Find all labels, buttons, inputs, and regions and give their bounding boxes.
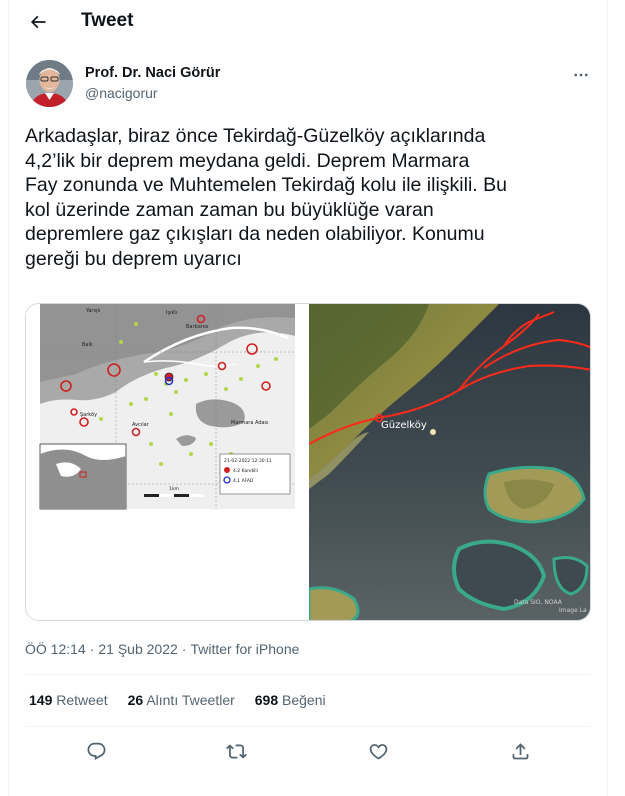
- author-handle[interactable]: @nacigorur: [85, 85, 158, 101]
- tweet-media[interactable]: 21-02-2022 12:30:11 4.2 Kandilli 4.1 AFA…: [25, 303, 591, 621]
- map-place-label: Balk: [82, 342, 93, 348]
- map-place-label: Şarköy: [80, 412, 97, 418]
- map-place-label: Yarışlı: [85, 308, 100, 314]
- tweet-meta: ÖÖ 12:14 · 21 Şub 2022 · Twitter for iPh…: [25, 641, 299, 657]
- photo-credit: Image La: [559, 607, 587, 614]
- stat-count: 149: [29, 692, 53, 708]
- tweet-author: Prof. Dr. Naci Görür @nacigorur: [26, 60, 592, 108]
- like-heart-icon[interactable]: [363, 736, 393, 766]
- share-icon[interactable]: [505, 736, 535, 766]
- map-place-label: Marmara Adası: [231, 420, 269, 426]
- tweet-text: Arkadaşlar, biraz önce Tekirdağ-Güzelköy…: [25, 125, 507, 270]
- meta-separator: ·: [89, 641, 95, 657]
- reply-icon[interactable]: [81, 736, 111, 766]
- avatar[interactable]: [26, 60, 73, 107]
- tweet-actions: [25, 736, 591, 768]
- page-title: Tweet: [81, 10, 134, 31]
- stat-likes[interactable]: 698 Beğeni: [255, 692, 326, 708]
- stat-label: Retweet: [56, 692, 108, 708]
- legend-date: 21-02-2022 12:30:11: [224, 458, 272, 464]
- map-place-label: Barbaros: [186, 324, 209, 330]
- photo-place-label: Güzelköy: [381, 420, 427, 431]
- more-options-icon[interactable]: [570, 64, 592, 86]
- legend-item-kandilli: 4.2 Kandilli: [233, 468, 258, 474]
- stat-count: 698: [254, 692, 279, 708]
- tweet-time[interactable]: ÖÖ 12:14: [25, 641, 86, 657]
- retweet-icon[interactable]: [221, 736, 251, 766]
- page-header: Tweet: [8, 0, 608, 44]
- photo-credit: Data SIO, NOAA: [514, 599, 563, 606]
- stat-quote-tweets[interactable]: 26 Alıntı Tweetler: [128, 692, 235, 708]
- divider: [25, 726, 591, 727]
- legend-item-afad: 4.1 AFAD: [233, 478, 254, 484]
- stat-label: Beğeni: [282, 692, 326, 708]
- satellite-photo-image[interactable]: Güzelköy Data SIO, NOAA Image La: [307, 304, 590, 620]
- stat-retweets[interactable]: 149 Retweet: [29, 692, 108, 708]
- map-place-label: Işıklı: [166, 310, 177, 316]
- back-arrow-icon[interactable]: [24, 8, 52, 36]
- earthquake-map-image[interactable]: 21-02-2022 12:30:11 4.2 Kandilli 4.1 AFA…: [26, 304, 309, 620]
- tweet-source[interactable]: Twitter for iPhone: [190, 641, 299, 657]
- stat-count: 26: [127, 692, 144, 708]
- meta-separator: ·: [181, 641, 187, 657]
- tweet-stats: 149 Retweet 26 Alıntı Tweetler 698 Beğen…: [29, 692, 326, 708]
- author-name[interactable]: Prof. Dr. Naci Görür: [85, 65, 220, 81]
- map-place-label: Avcılar: [132, 422, 150, 428]
- stat-label: Alıntı Tweetler: [146, 692, 235, 708]
- tweet-date[interactable]: 21 Şub 2022: [98, 641, 177, 657]
- divider: [25, 674, 591, 675]
- scale-label: 1km: [169, 486, 179, 492]
